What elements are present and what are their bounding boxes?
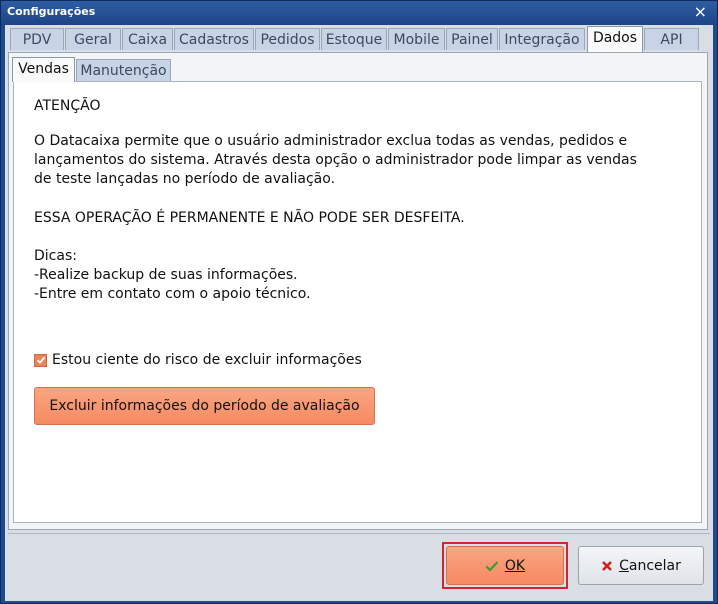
- tab-api[interactable]: API: [644, 28, 699, 50]
- window-title: Configurações: [7, 5, 96, 18]
- dados-panel: Vendas Manutenção ATENÇÃO O Datacaixa pe…: [8, 52, 708, 530]
- warning-text: ESSA OPERAÇÃO É PERMANENTE E NÃO PODE SE…: [34, 210, 465, 226]
- check-icon: [36, 356, 45, 364]
- delete-trial-data-button[interactable]: Excluir informações do período de avalia…: [34, 387, 375, 425]
- tab-integracao[interactable]: Integração: [499, 28, 585, 50]
- description-line-1: O Datacaixa permite que o usuário admini…: [34, 133, 628, 149]
- vendas-panel: ATENÇÃO O Datacaixa permite que o usuári…: [13, 81, 702, 523]
- close-icon[interactable]: ×: [694, 2, 707, 22]
- tab-geral[interactable]: Geral: [65, 28, 121, 50]
- tip-backup: -Realize backup de suas informações.: [34, 267, 298, 283]
- tip-support: -Entre em contato com o apoio técnico.: [34, 286, 311, 302]
- red-x-icon: [601, 560, 613, 572]
- footer-divider: [8, 533, 710, 534]
- tab-cadastros[interactable]: Cadastros: [174, 28, 254, 50]
- description-line-2: lançamentos do sistema. Através desta op…: [34, 152, 637, 168]
- tab-caixa[interactable]: Caixa: [122, 28, 173, 50]
- tab-painel[interactable]: Painel: [446, 28, 498, 50]
- ok-button-label: OK: [504, 557, 526, 574]
- configuracoes-window: Configurações × PDV Geral Caixa Cadastro…: [0, 0, 718, 604]
- risk-checkbox[interactable]: [34, 353, 47, 367]
- heading-atencao: ATENÇÃO: [34, 98, 101, 114]
- risk-checkbox-row[interactable]: Estou ciente do risco de excluir informa…: [34, 352, 362, 368]
- subtab-manutencao[interactable]: Manutenção: [76, 59, 171, 81]
- subtab-vendas[interactable]: Vendas: [12, 57, 75, 82]
- tab-pdv[interactable]: PDV: [10, 28, 64, 50]
- description-line-3: de teste lançadas no período de avaliaçã…: [34, 171, 336, 187]
- dialog-body: PDV Geral Caixa Cadastros Pedidos Estoqu…: [5, 25, 713, 601]
- tab-mobile[interactable]: Mobile: [388, 28, 445, 50]
- risk-checkbox-label[interactable]: Estou ciente do risco de excluir informa…: [52, 352, 362, 368]
- title-bar: Configurações ×: [1, 1, 717, 25]
- tab-estoque[interactable]: Estoque: [321, 28, 387, 50]
- ok-button[interactable]: OK: [446, 546, 564, 585]
- cancel-button-label: Cancelar: [619, 557, 681, 574]
- tab-pedidos[interactable]: Pedidos: [255, 28, 320, 50]
- checkmark-icon: [485, 560, 499, 572]
- tips-title: Dicas:: [34, 248, 77, 264]
- cancel-button[interactable]: Cancelar: [578, 546, 704, 585]
- tab-dados[interactable]: Dados: [587, 26, 643, 52]
